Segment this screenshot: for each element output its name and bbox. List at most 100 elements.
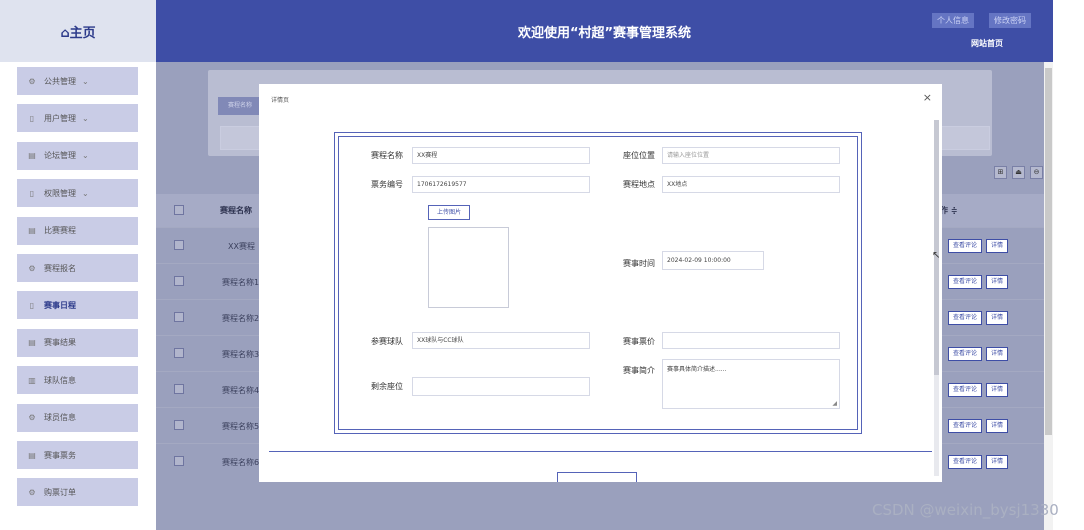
detail-button[interactable]: 详情 (986, 239, 1009, 253)
sidebar-item-1[interactable]: ▯ 用户管理 ⌄ (17, 104, 138, 133)
dialog-divider (269, 451, 932, 452)
detail-dialog: 详情页 × 赛程名称 XX赛程 座位位置 请输入座位位置 票务编号 170617… (259, 84, 942, 482)
cell-name: XX赛程 (228, 242, 255, 251)
sidebar-item-label: 比赛赛程 (44, 226, 76, 236)
view-comments-button[interactable]: 查看评论 (948, 311, 983, 325)
top-header: 欢迎使用“村超”赛事管理系统 个人信息 修改密码 网站首页 (156, 0, 1053, 62)
view-comments-button[interactable]: 查看评论 (948, 455, 983, 469)
select-all-checkbox[interactable] (174, 205, 184, 215)
chevron-down-icon: ⌄ (82, 188, 89, 198)
remain-field[interactable] (412, 377, 590, 396)
resize-icon[interactable]: ◢ (832, 400, 837, 407)
sidebar-item-7[interactable]: ▤ 赛事结果 (17, 328, 138, 357)
chevron-down-icon: ⌄ (82, 151, 89, 161)
home-label[interactable]: ⌂主页 (60, 22, 95, 41)
page-scrollbar[interactable] (1044, 62, 1053, 530)
detail-form: 赛程名称 XX赛程 座位位置 请输入座位位置 票务编号 170617261957… (334, 132, 862, 434)
ticket-label: 票务编号 (371, 180, 403, 189)
search-label: 赛程名称 (218, 97, 262, 115)
sidebar-item-label: 球员信息 (44, 413, 76, 423)
view-comments-button[interactable]: 查看评论 (948, 275, 983, 289)
sidebar-item-4[interactable]: ▤ 比赛赛程 (17, 216, 138, 245)
building-icon: ▥ (28, 375, 36, 385)
image-preview (428, 227, 509, 308)
gear-icon: ⚙ (28, 413, 36, 423)
chevron-down-icon: ⌄ (82, 113, 89, 123)
row-checkbox[interactable] (174, 420, 184, 430)
gear-icon: ⚙ (28, 76, 36, 86)
view-comments-button[interactable]: 查看评论 (948, 419, 983, 433)
row-checkbox[interactable] (174, 240, 184, 250)
row-checkbox[interactable] (174, 312, 184, 322)
watermark: CSDN @weixin_bysj1330 (872, 501, 1059, 519)
intro-label: 赛事简介 (623, 366, 655, 375)
row-checkbox[interactable] (174, 276, 184, 286)
detail-button[interactable]: 详情 (986, 275, 1009, 289)
sidebar-item-label: 权限管理 (44, 188, 76, 198)
chevron-down-icon: ⌄ (82, 76, 89, 86)
seat-label: 座位位置 (623, 151, 655, 160)
cell-name: 赛程名称5 (222, 422, 260, 431)
cell-name: 赛程名称4 (222, 386, 260, 395)
detail-button[interactable]: 详情 (986, 311, 1009, 325)
team-field[interactable]: XX球队与CC球队 (412, 332, 590, 349)
profile-button[interactable]: 个人信息 (932, 13, 974, 28)
row-checkbox[interactable] (174, 456, 184, 466)
team-label: 参赛球队 (371, 337, 403, 346)
price-field[interactable] (662, 332, 840, 349)
cell-name: 赛程名称2 (222, 314, 260, 323)
doc-icon: ▯ (29, 300, 35, 310)
time-label: 赛事时间 (623, 259, 655, 268)
row-checkbox[interactable] (174, 384, 184, 394)
ticket-field[interactable]: 1706172619577 (412, 176, 590, 193)
filter-icon[interactable]: ⊞ (994, 166, 1007, 179)
sidebar-item-3[interactable]: ▯ 权限管理 ⌄ (17, 179, 138, 208)
sidebar-item-label: 赛程报名 (44, 263, 76, 273)
view-comments-button[interactable]: 查看评论 (948, 239, 983, 253)
time-field[interactable]: 2024-02-09 10:00:00 (662, 251, 764, 270)
change-password-button[interactable]: 修改密码 (989, 13, 1031, 28)
sidebar-item-6[interactable]: ▯ 赛事日程 (17, 291, 138, 320)
cell-name: 赛程名称1 (222, 278, 260, 287)
export-icon[interactable]: ⏏ (1012, 166, 1025, 179)
detail-button[interactable]: 详情 (986, 419, 1009, 433)
grid-icon: ▤ (28, 450, 36, 460)
intro-textarea[interactable]: 赛事具体简介描述...... ◢ (662, 359, 840, 409)
print-icon[interactable]: ⊖ (1030, 166, 1043, 179)
name-field[interactable]: XX赛程 (412, 147, 590, 164)
dialog-scrollbar[interactable] (934, 120, 939, 476)
sidebar-item-5[interactable]: ⚙ 赛程报名 (17, 254, 138, 282)
upload-image-button[interactable]: 上传图片 (428, 205, 471, 220)
row-checkbox[interactable] (174, 348, 184, 358)
sidebar-item-label: 论坛管理 (44, 151, 76, 161)
home-link[interactable]: ⌂主页 (0, 0, 156, 62)
dialog-footer-tab (557, 472, 637, 482)
gear-icon: ⚙ (28, 263, 36, 273)
detail-button[interactable]: 详情 (986, 347, 1009, 361)
mouse-cursor-icon: ↖ (932, 250, 941, 261)
name-label: 赛程名称 (371, 151, 403, 160)
sidebar-item-label: 公共管理 (44, 76, 76, 86)
sidebar-item-11[interactable]: ⚙ 购票订单 (17, 478, 138, 507)
sidebar-item-label: 赛事结果 (44, 338, 76, 348)
sidebar-item-label: 用户管理 (44, 113, 76, 123)
sidebar-item-10[interactable]: ▤ 赛事票务 (17, 441, 138, 469)
dialog-title: 详情页 (271, 97, 290, 104)
site-home-link[interactable]: 网站首页 (971, 38, 1003, 49)
sidebar-item-0[interactable]: ⚙ 公共管理 ⌄ (17, 67, 138, 95)
detail-button[interactable]: 详情 (986, 455, 1009, 469)
sidebar-item-2[interactable]: ▤ 论坛管理 ⌄ (17, 141, 138, 170)
doc-icon: ▯ (29, 188, 35, 198)
grid-icon: ▤ (28, 226, 36, 236)
grid-icon: ▤ (28, 338, 36, 348)
view-comments-button[interactable]: 查看评论 (948, 383, 983, 397)
cell-name: 赛程名称3 (222, 350, 260, 359)
seat-field[interactable]: 请输入座位位置 (662, 147, 840, 164)
place-field[interactable]: XX地点 (662, 176, 840, 193)
detail-button[interactable]: 详情 (986, 383, 1009, 397)
view-comments-button[interactable]: 查看评论 (948, 347, 983, 361)
cell-name: 赛程名称6 (222, 458, 260, 467)
sidebar-item-9[interactable]: ⚙ 球员信息 (17, 403, 138, 432)
sidebar-item-8[interactable]: ▥ 球队信息 (17, 366, 138, 395)
close-icon[interactable]: × (923, 91, 932, 104)
